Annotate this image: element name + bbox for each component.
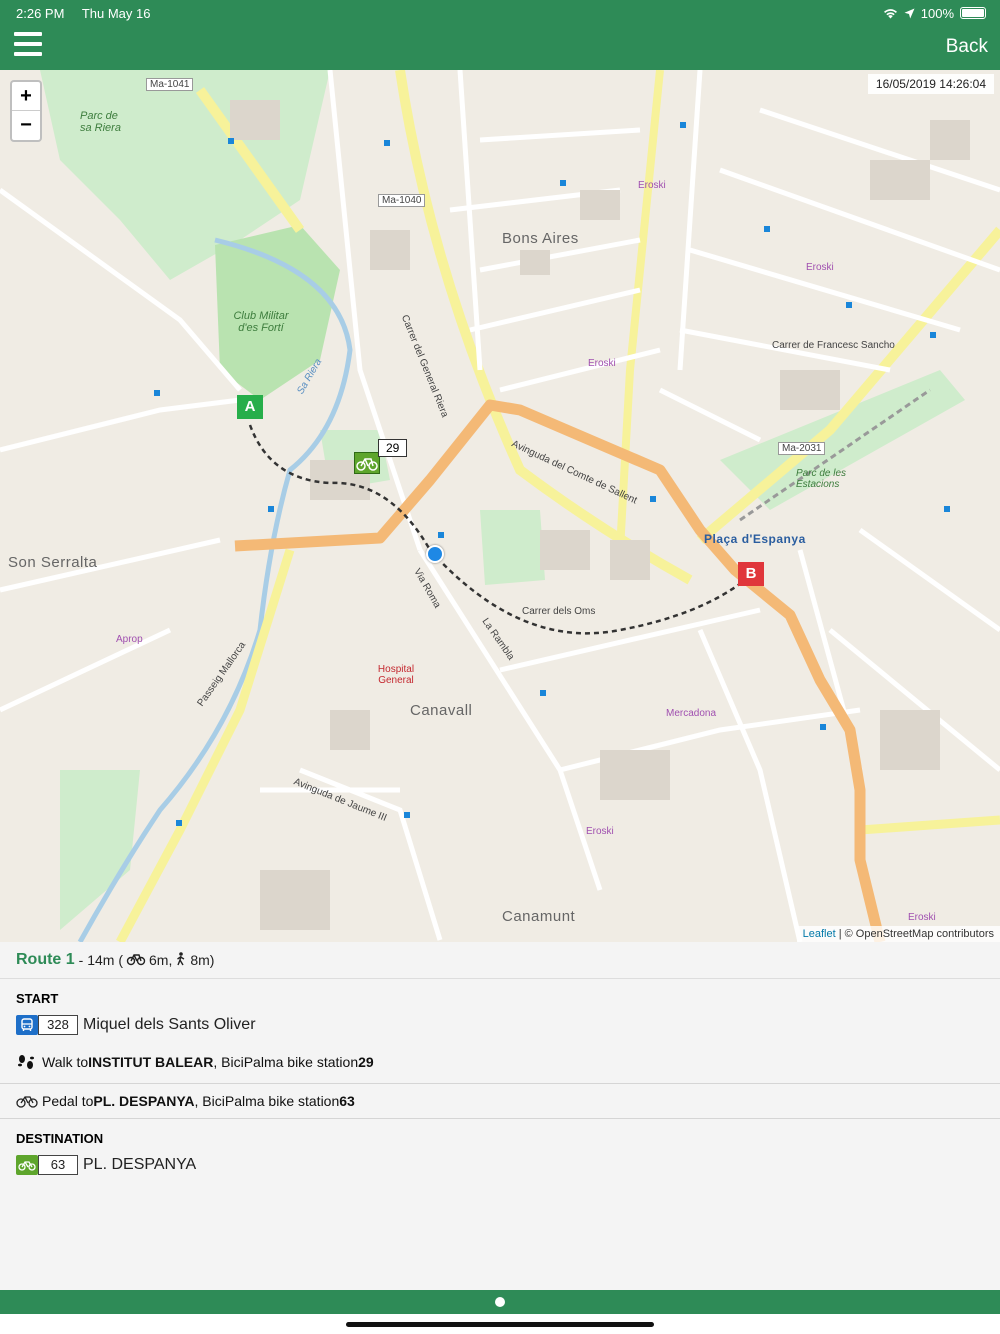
battery-percent: 100% <box>920 5 954 21</box>
route-start-marker[interactable]: A <box>237 395 263 419</box>
bike-station-badge: 29 <box>378 439 408 457</box>
district-son-serralta: Son Serralta <box>8 554 98 571</box>
page-indicator-dot[interactable] <box>495 1297 505 1307</box>
label-eroski-3: Eroski <box>588 358 616 369</box>
destination-section: DESTINATION 63 PL. DESPANYA <box>0 1119 1000 1176</box>
bike-station-marker[interactable] <box>354 452 380 474</box>
zoom-control: + − <box>10 80 42 142</box>
map-canvas[interactable] <box>0 70 1000 942</box>
pedal-station: 63 <box>339 1093 355 1109</box>
route-walk-time: 8m) <box>190 952 215 968</box>
pedal-step[interactable]: Pedal to PL. DESPANYA , BiciPalma bike s… <box>0 1084 1000 1118</box>
attribution-text: | © OpenStreetMap contributors <box>835 928 994 940</box>
walk-prefix: Walk to <box>42 1054 89 1070</box>
label-carrer-oms: Carrer dels Oms <box>522 606 596 617</box>
district-placa-espanya: Plaça d'Espanya <box>704 532 806 546</box>
location-arrow-icon <box>904 8 915 18</box>
walk-step[interactable]: Walk to INSTITUT BALEAR , BiciPalma bike… <box>0 1047 1000 1077</box>
home-indicator[interactable] <box>346 1322 654 1327</box>
bike-icon <box>16 1094 42 1108</box>
start-stop-name: Miquel dels Sants Oliver <box>83 1016 256 1033</box>
map-attribution: Leaflet | © OpenStreetMap contributors <box>796 926 1000 942</box>
route-bike-time: 6m, <box>149 952 173 968</box>
bike-icon <box>16 1155 38 1175</box>
label-eroski-1: Eroski <box>638 180 666 191</box>
menu-icon[interactable] <box>14 32 42 58</box>
zoom-out-button[interactable]: − <box>12 111 40 140</box>
footsteps-icon <box>16 1054 42 1070</box>
label-parc-riera: Parc de sa Riera <box>80 110 121 134</box>
label-ma-1041: Ma-1041 <box>146 78 194 91</box>
label-francesc-sancho: Carrer de Francesc Sancho <box>772 340 895 351</box>
bottom-bar <box>0 1290 1000 1314</box>
bus-icon <box>16 1015 38 1035</box>
route-end-marker[interactable]: B <box>738 562 764 586</box>
map-timestamp: 16/05/2019 14:26:04 <box>867 74 994 94</box>
label-mercadona: Mercadona <box>666 708 717 719</box>
pedal-middle: , BiciPalma bike station <box>194 1093 340 1109</box>
destination-stop-row[interactable]: 63 PL. DESPANYA <box>16 1154 984 1176</box>
map-view[interactable]: Bons Aires Son Serralta Canavall Canamun… <box>0 70 1000 942</box>
route-name: Route 1 <box>16 951 75 968</box>
label-eroski-4: Eroski <box>586 826 614 837</box>
route-summary-prefix: - 14m ( <box>78 952 124 968</box>
home-area <box>0 1314 1000 1334</box>
label-eroski-2: Eroski <box>806 262 834 273</box>
label-ma-2031: Ma-2031 <box>778 442 826 455</box>
current-location-dot <box>426 545 444 563</box>
route-header[interactable]: Route 1 - 14m ( 6m, 8m) <box>0 942 1000 979</box>
label-eroski-5: Eroski <box>908 912 936 923</box>
battery-icon <box>960 7 986 19</box>
app-root: 2:26 PM Thu May 16 100% Back Bons Aires … <box>0 0 1000 1334</box>
district-canamunt: Canamunt <box>502 908 576 925</box>
route-panel: Route 1 - 14m ( 6m, 8m) START 328 Miquel… <box>0 942 1000 1290</box>
start-stop-number: 328 <box>38 1015 78 1035</box>
label-hospital: Hospital General <box>377 664 415 686</box>
walk-middle: , BiciPalma bike station <box>213 1054 359 1070</box>
dest-stop-name: PL. DESPANYA <box>83 1156 197 1173</box>
status-bar: 2:26 PM Thu May 16 100% <box>16 4 986 22</box>
dest-stop-number: 63 <box>38 1155 78 1175</box>
label-aprop: Aprop <box>116 634 143 645</box>
park-small <box>480 510 545 585</box>
pedal-prefix: Pedal to <box>42 1093 94 1109</box>
wifi-icon <box>883 8 897 18</box>
attribution-leaflet-link[interactable]: Leaflet <box>803 928 836 940</box>
district-canavall: Canavall <box>410 702 473 719</box>
district-bons-aires: Bons Aires <box>502 230 579 247</box>
status-date: Thu May 16 <box>81 5 151 21</box>
start-stop-row[interactable]: 328 Miquel dels Sants Oliver <box>16 1014 984 1036</box>
back-button[interactable]: Back <box>946 36 988 58</box>
bike-icon <box>356 458 378 471</box>
walk-icon <box>175 951 187 969</box>
walk-station: 29 <box>358 1054 374 1070</box>
start-title: START <box>16 991 59 1006</box>
label-club-militar: Club Militar d'es Fortí <box>233 310 289 334</box>
top-bar: 2:26 PM Thu May 16 100% Back <box>0 0 1000 70</box>
destination-title: DESTINATION <box>16 1131 104 1146</box>
label-ma-1040: Ma-1040 <box>378 194 426 207</box>
label-parc-estacions: Parc de les Estacions <box>796 468 847 490</box>
pedal-target: PL. DESPANYA <box>93 1093 195 1109</box>
zoom-in-button[interactable]: + <box>12 82 40 111</box>
walk-target: INSTITUT BALEAR <box>88 1054 214 1070</box>
bike-icon <box>126 952 146 969</box>
status-time: 2:26 PM <box>16 5 65 21</box>
